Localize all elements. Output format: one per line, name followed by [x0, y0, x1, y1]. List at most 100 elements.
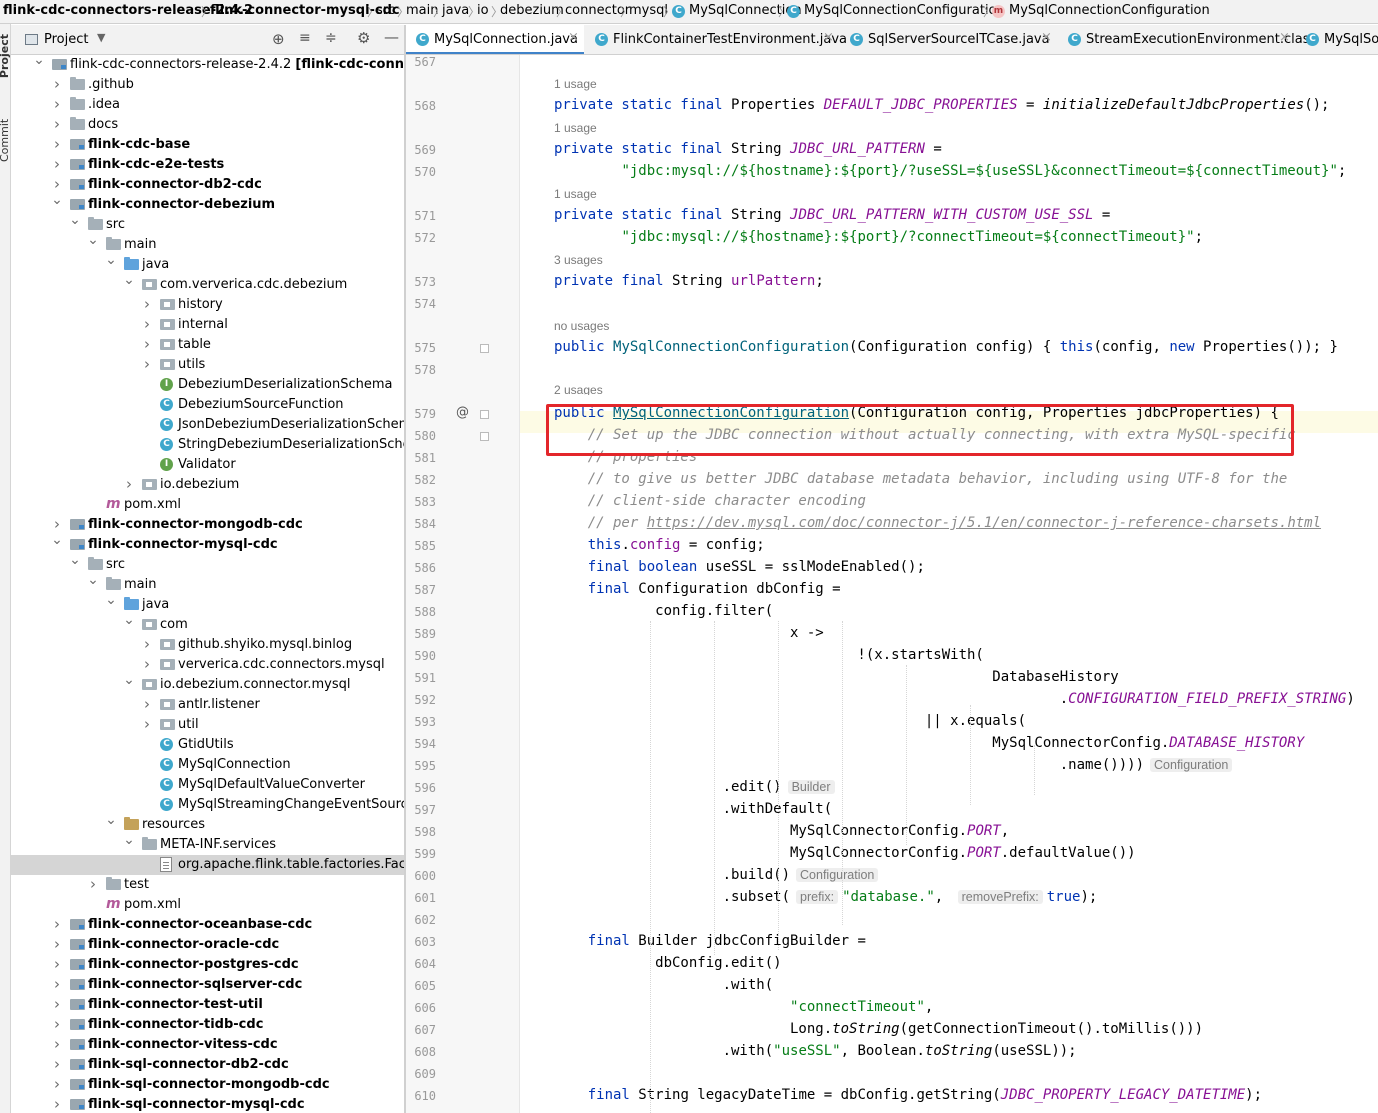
chevron-right-icon[interactable]: › — [51, 975, 63, 993]
breadcrumb-item[interactable]: src — [376, 3, 395, 18]
chevron-down-icon[interactable]: ⌄ — [87, 232, 99, 248]
chevron-right-icon[interactable]: › — [51, 995, 63, 1013]
tree-node[interactable]: C JsonDebeziumDeserializationSchema — [11, 415, 404, 435]
chevron-right-icon[interactable]: › — [141, 635, 153, 653]
tree-node[interactable]: ⌄ flink-cdc-connectors-release-2.4.2 [fli… — [11, 55, 404, 75]
close-tab-icon[interactable]: × — [568, 30, 579, 45]
tree-node[interactable]: › docs — [11, 115, 404, 135]
chevron-down-icon[interactable]: ⌄ — [105, 592, 117, 608]
editor-tab[interactable]: C StreamExecutionEnvironment.class × — [1058, 25, 1316, 54]
tree-node[interactable]: › flink-sql-connector-db2-cdc — [11, 1055, 404, 1075]
usage-hint[interactable]: no usages — [554, 319, 609, 333]
chevron-down-icon[interactable]: ⌄ — [87, 572, 99, 588]
tree-node[interactable]: C DebeziumSourceFunction — [11, 395, 404, 415]
editor-tab[interactable]: C MySqlSou — [1296, 25, 1378, 54]
usage-hint[interactable]: 1 usage — [554, 77, 597, 91]
editor-tab[interactable]: C SqlServerSourceITCase.java × — [840, 25, 1057, 54]
override-marker-icon[interactable]: @ — [456, 405, 469, 420]
project-tool-button[interactable]: Project — [0, 34, 11, 78]
tree-node[interactable]: › flink-sql-connector-mongodb-cdc — [11, 1075, 404, 1095]
chevron-right-icon[interactable]: › — [51, 1095, 63, 1113]
tree-node[interactable]: › flink-cdc-base — [11, 135, 404, 155]
tree-node[interactable]: C MySqlConnection — [11, 755, 404, 775]
tree-node[interactable]: ⌄ java — [11, 592, 404, 615]
tree-node[interactable]: ⌄ com — [11, 612, 404, 635]
chevron-down-icon[interactable]: ⌄ — [123, 672, 135, 688]
breadcrumb-item[interactable]: java — [442, 3, 469, 18]
locate-file-icon[interactable]: ⊕ — [272, 30, 285, 48]
tree-node[interactable]: › github.shyiko.mysql.binlog — [11, 635, 404, 655]
chevron-down-icon[interactable]: ⌄ — [69, 212, 81, 228]
chevron-down-icon[interactable]: ⌄ — [105, 812, 117, 828]
tree-node[interactable]: › history — [11, 295, 404, 315]
usage-hint[interactable]: 2 usages — [554, 383, 603, 395]
chevron-right-icon[interactable]: › — [141, 355, 153, 373]
fold-marker-icon[interactable] — [480, 432, 489, 441]
tree-node[interactable]: ⌄ META-INF.services — [11, 832, 404, 855]
editor-tab[interactable]: C MySqlConnection.java × — [406, 25, 584, 54]
project-panel-title[interactable]: Project — [44, 32, 88, 47]
tree-node[interactable]: › io.debezium — [11, 475, 404, 495]
expand-all-icon[interactable]: ≡ — [299, 30, 311, 46]
tree-node[interactable]: › flink-connector-oracle-cdc — [11, 935, 404, 955]
chevron-right-icon[interactable]: › — [141, 695, 153, 713]
tree-node[interactable]: ⌄ java — [11, 252, 404, 275]
chevron-right-icon[interactable]: › — [51, 915, 63, 933]
close-tab-icon[interactable]: × — [1041, 30, 1052, 45]
chevron-right-icon[interactable]: › — [51, 1015, 63, 1033]
chevron-down-icon[interactable]: ⌄ — [51, 532, 63, 548]
chevron-right-icon[interactable]: › — [141, 655, 153, 673]
chevron-right-icon[interactable]: › — [51, 515, 63, 533]
chevron-right-icon[interactable]: › — [51, 1055, 63, 1073]
breadcrumb-item[interactable]: debezium — [500, 3, 564, 18]
commit-tool-button[interactable]: Commit — [0, 102, 11, 162]
tree-node[interactable]: › internal — [11, 315, 404, 335]
tree-node[interactable]: › antlr.listener — [11, 695, 404, 715]
breadcrumb-item[interactable]: io — [477, 3, 489, 18]
close-tab-icon[interactable]: × — [1279, 30, 1290, 45]
tree-node[interactable]: › .idea — [11, 95, 404, 115]
tree-node[interactable]: › flink-connector-tidb-cdc — [11, 1015, 404, 1035]
hide-panel-icon[interactable]: — — [384, 28, 399, 46]
fold-marker-icon[interactable] — [480, 344, 489, 353]
code-editor[interactable]: 1 usage private static final Properties D… — [520, 55, 1378, 1113]
tree-node[interactable]: ⌄ resources — [11, 812, 404, 835]
chevron-right-icon[interactable]: › — [51, 115, 63, 133]
chevron-right-icon[interactable]: › — [51, 1035, 63, 1053]
chevron-right-icon[interactable]: › — [51, 935, 63, 953]
usage-hint[interactable]: 1 usage — [554, 187, 597, 201]
tree-node[interactable]: › flink-connector-oceanbase-cdc — [11, 915, 404, 935]
tree-node[interactable]: m pom.xml — [11, 895, 404, 915]
tree-node[interactable]: ⌄ main — [11, 232, 404, 255]
tree-node[interactable]: › .github — [11, 75, 404, 95]
close-tab-icon[interactable]: × — [823, 30, 834, 45]
tree-node[interactable]: org.apache.flink.table.factories.Factory — [11, 855, 404, 875]
chevron-right-icon[interactable]: › — [51, 1075, 63, 1093]
tree-node[interactable]: m pom.xml — [11, 495, 404, 515]
chevron-right-icon[interactable]: › — [87, 875, 99, 893]
chevron-right-icon[interactable]: › — [141, 315, 153, 333]
chevron-right-icon[interactable]: › — [51, 175, 63, 193]
chevron-down-icon[interactable]: ⌄ — [123, 612, 135, 628]
tree-node[interactable]: › flink-connector-sqlserver-cdc — [11, 975, 404, 995]
tree-node[interactable]: C MySqlDefaultValueConverter — [11, 775, 404, 795]
chevron-right-icon[interactable]: › — [141, 335, 153, 353]
chevron-right-icon[interactable]: › — [123, 475, 135, 493]
usage-hint[interactable]: 3 usages — [554, 253, 603, 267]
chevron-down-icon[interactable]: ⌄ — [33, 55, 45, 68]
usage-hint[interactable]: 1 usage — [554, 121, 597, 135]
breadcrumb-item[interactable]: MySqlConnectionConfiguration — [1009, 3, 1210, 18]
tree-node[interactable]: C MySqlStreamingChangeEventSource — [11, 795, 404, 815]
tree-node[interactable]: › flink-connector-mongodb-cdc — [11, 515, 404, 535]
view-dropdown-icon[interactable]: ▼ — [97, 31, 105, 44]
chevron-right-icon[interactable]: › — [141, 295, 153, 313]
chevron-down-icon[interactable]: ⌄ — [69, 552, 81, 568]
chevron-right-icon[interactable]: › — [51, 95, 63, 113]
tree-node[interactable]: ⌄ src — [11, 212, 404, 235]
tree-node[interactable]: › ververica.cdc.connectors.mysql — [11, 655, 404, 675]
breadcrumb-item[interactable]: MySqlConnectionConfiguration — [804, 3, 1005, 18]
tree-node[interactable]: ⌄ main — [11, 572, 404, 595]
fold-marker-icon[interactable] — [480, 410, 489, 419]
chevron-right-icon[interactable]: › — [51, 155, 63, 173]
editor-tab[interactable]: C FlinkContainerTestEnvironment.java × — [585, 25, 847, 54]
